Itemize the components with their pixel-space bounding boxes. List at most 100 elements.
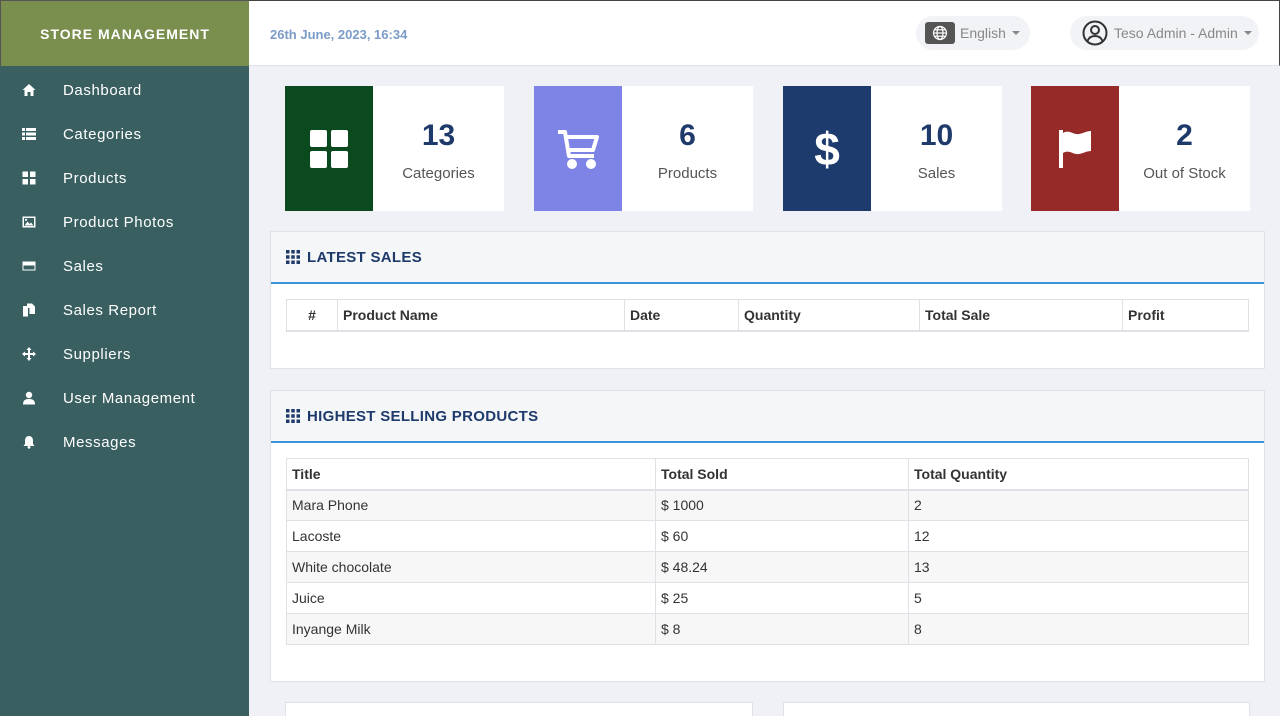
column-header[interactable]: Total Quantity xyxy=(908,458,1249,491)
sidebar-item-sales[interactable]: Sales xyxy=(0,244,249,288)
total-quantity-cell: 12 xyxy=(908,520,1249,552)
stat-value: 2 xyxy=(1176,119,1193,152)
bottom-panel-right xyxy=(783,702,1250,716)
stat-card-out-of-stock[interactable]: 2 Out of Stock xyxy=(1031,86,1250,211)
product-title-cell: Lacoste xyxy=(286,520,656,552)
sidebar-item-categories[interactable]: Categories xyxy=(0,112,249,156)
chevron-down-icon xyxy=(1243,31,1252,35)
move-icon xyxy=(0,347,63,361)
home-icon xyxy=(0,83,63,97)
stat-label: Sales xyxy=(917,165,956,182)
stat-label: Categories xyxy=(402,165,475,182)
flag-icon xyxy=(1031,86,1119,211)
total-quantity-cell: 2 xyxy=(908,489,1249,521)
panel-title: HIGHEST SELLING PRODUCTS xyxy=(307,407,539,425)
column-header[interactable]: # xyxy=(286,299,338,332)
list-icon xyxy=(0,127,63,141)
credit-card-icon xyxy=(0,259,63,273)
sidebar-item-dashboard[interactable]: Dashboard xyxy=(0,68,249,112)
stat-body: 6 Products xyxy=(622,86,753,211)
total-quantity-cell: 5 xyxy=(908,582,1249,614)
product-title-cell: White chocolate xyxy=(286,551,656,583)
stat-label: Out of Stock xyxy=(1143,165,1226,182)
total-sold-cell: $ 60 xyxy=(655,520,909,552)
table-row[interactable]: Juice $ 25 5 xyxy=(286,582,1249,614)
latest-sales-panel: LATEST SALES # Product Name Date Quantit… xyxy=(270,231,1265,369)
total-sold-cell: $ 48.24 xyxy=(655,551,909,583)
sidebar-item-product-photos[interactable]: Product Photos xyxy=(0,200,249,244)
chevron-down-icon xyxy=(1011,31,1020,35)
panel-title: LATEST SALES xyxy=(307,248,422,266)
brand-logo[interactable]: STORE MANAGEMENT xyxy=(0,0,249,66)
panel-header: LATEST SALES xyxy=(271,232,1264,284)
table-row[interactable]: Inyange Milk $ 8 8 xyxy=(286,613,1249,645)
highest-selling-panel: HIGHEST SELLING PRODUCTS Title Total Sol… xyxy=(270,390,1265,682)
stat-value: 10 xyxy=(919,119,954,152)
image-icon xyxy=(0,215,63,229)
sidebar-item-sales-report[interactable]: Sales Report xyxy=(0,288,249,332)
language-dropdown[interactable]: English xyxy=(916,16,1030,50)
panel-header: HIGHEST SELLING PRODUCTS xyxy=(271,391,1264,443)
user-name: Teso Admin - Admin xyxy=(1114,25,1238,41)
th-icon xyxy=(286,409,300,423)
stat-body: 10 Sales xyxy=(871,86,1002,211)
total-sold-cell: $ 1000 xyxy=(655,489,909,521)
sidebar-item-messages[interactable]: Messages xyxy=(0,420,249,464)
sidebar-item-label: User Management xyxy=(63,389,196,407)
table-row[interactable]: Lacoste $ 60 12 xyxy=(286,520,1249,552)
sidebar-item-label: Suppliers xyxy=(63,345,131,363)
top-header: 26th June, 2023, 16:34 English Teso Admi… xyxy=(249,0,1280,66)
table-header-row: # Product Name Date Quantity Total Sale … xyxy=(286,299,1249,332)
current-datetime: 26th June, 2023, 16:34 xyxy=(270,27,408,42)
total-sold-cell: $ 8 xyxy=(655,613,909,645)
column-header[interactable]: Title xyxy=(286,458,656,491)
product-title-cell: Inyange Milk xyxy=(286,613,656,645)
sidebar-item-label: Products xyxy=(63,169,127,187)
total-quantity-cell: 8 xyxy=(908,613,1249,645)
total-quantity-cell: 13 xyxy=(908,551,1249,583)
stat-value: 6 xyxy=(679,119,696,152)
table-header-row: Title Total Sold Total Quantity xyxy=(286,458,1249,491)
column-header[interactable]: Profit xyxy=(1122,299,1249,332)
total-sold-cell: $ 25 xyxy=(655,582,909,614)
sidebar-item-products[interactable]: Products xyxy=(0,156,249,200)
sidebar: STORE MANAGEMENT Dashboard Categories Pr… xyxy=(0,0,249,716)
bell-icon xyxy=(0,435,63,449)
grid-icon xyxy=(285,86,373,211)
sidebar-item-label: Sales xyxy=(63,257,104,275)
stat-label: Products xyxy=(657,165,718,182)
column-header[interactable]: Date xyxy=(624,299,739,332)
sidebar-item-label: Categories xyxy=(63,125,142,143)
sidebar-item-label: Messages xyxy=(63,433,137,451)
product-title-cell: Juice xyxy=(286,582,656,614)
sidebar-item-label: Sales Report xyxy=(63,301,157,319)
app: STORE MANAGEMENT Dashboard Categories Pr… xyxy=(0,0,1280,716)
stat-body: 2 Out of Stock xyxy=(1119,86,1250,211)
user-icon xyxy=(0,391,63,405)
sidebar-item-label: Product Photos xyxy=(63,213,174,231)
latest-sales-table: # Product Name Date Quantity Total Sale … xyxy=(286,299,1249,332)
dollar-icon: $ xyxy=(783,86,871,211)
sidebar-item-label: Dashboard xyxy=(63,81,142,99)
table-row[interactable]: Mara Phone $ 1000 2 xyxy=(286,489,1249,521)
grid-icon xyxy=(0,171,63,185)
column-header[interactable]: Product Name xyxy=(337,299,625,332)
stat-card-sales[interactable]: $ 10 Sales xyxy=(783,86,1002,211)
stat-card-products[interactable]: 6 Products xyxy=(534,86,753,211)
column-header[interactable]: Total Sale xyxy=(919,299,1123,332)
th-icon xyxy=(286,250,300,264)
sidebar-nav: Dashboard Categories Products Product Ph… xyxy=(0,66,249,464)
sidebar-item-suppliers[interactable]: Suppliers xyxy=(0,332,249,376)
report-icon xyxy=(0,303,63,317)
stat-body: 13 Categories xyxy=(373,86,504,211)
highest-selling-table: Title Total Sold Total Quantity Mara Pho… xyxy=(286,458,1249,645)
stat-card-categories[interactable]: 13 Categories xyxy=(285,86,504,211)
sidebar-item-user-management[interactable]: User Management xyxy=(0,376,249,420)
user-avatar-icon xyxy=(1082,20,1108,46)
column-header[interactable]: Total Sold xyxy=(655,458,909,491)
cart-icon xyxy=(534,86,622,211)
table-row[interactable]: White chocolate $ 48.24 13 xyxy=(286,551,1249,583)
column-header[interactable]: Quantity xyxy=(738,299,920,332)
globe-icon xyxy=(925,22,955,44)
user-menu[interactable]: Teso Admin - Admin xyxy=(1070,16,1259,50)
